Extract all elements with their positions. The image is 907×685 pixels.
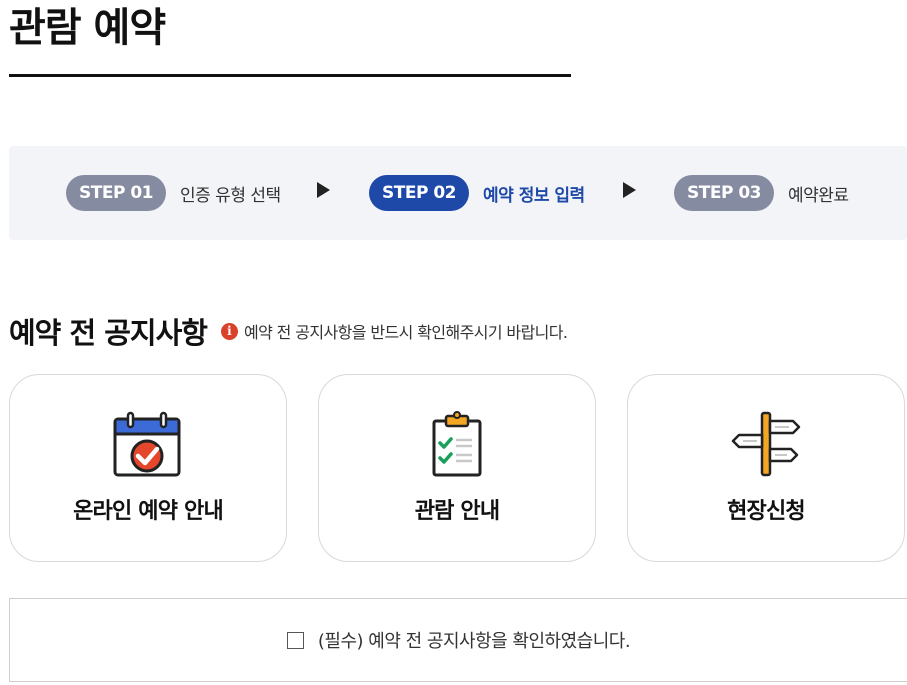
clipboard-checklist-icon: [432, 411, 482, 477]
notice-title: 예약 전 공지사항: [9, 316, 208, 350]
confirm-checkbox[interactable]: [286, 631, 304, 649]
step-3: STEP 03 예약완료: [674, 175, 849, 211]
confirm-label[interactable]: (필수) 예약 전 공지사항을 확인하였습니다.: [318, 627, 631, 653]
step-1-label: 인증 유형 선택: [180, 185, 281, 206]
card-online-reservation[interactable]: 온라인 예약 안내: [9, 374, 287, 562]
card-label: 온라인 예약 안내: [73, 499, 224, 524]
step-arrow-icon: [623, 182, 636, 198]
step-indicator: STEP 01 인증 유형 선택 STEP 02 예약 정보 입력 STEP 0…: [9, 146, 907, 240]
step-arrow-icon: [317, 182, 330, 198]
calendar-check-icon: [113, 411, 181, 477]
step-2-badge: STEP 02: [369, 175, 469, 211]
card-label: 관람 안내: [414, 499, 500, 524]
step-3-label: 예약완료: [788, 185, 849, 206]
card-onsite-application[interactable]: 현장신청: [627, 374, 905, 562]
confirm-notice-box: (필수) 예약 전 공지사항을 확인하였습니다.: [9, 598, 907, 682]
page-title: 관람 예약: [9, 5, 166, 51]
info-icon: i: [220, 322, 238, 340]
step-3-badge: STEP 03: [674, 175, 774, 211]
step-2-label: 예약 정보 입력: [483, 185, 585, 206]
title-divider: [9, 74, 571, 77]
notice-header: 예약 전 공지사항 i 예약 전 공지사항을 반드시 확인해주시기 바랍니다.: [9, 310, 568, 352]
card-label: 현장신청: [727, 499, 806, 524]
signpost-icon: [731, 411, 801, 477]
step-2: STEP 02 예약 정보 입력: [369, 175, 585, 211]
notice-subtitle: 예약 전 공지사항을 반드시 확인해주시기 바랍니다.: [243, 323, 568, 342]
step-1: STEP 01 인증 유형 선택: [66, 175, 281, 211]
card-visit-guide[interactable]: 관람 안내: [318, 374, 596, 562]
step-1-badge: STEP 01: [66, 175, 166, 211]
